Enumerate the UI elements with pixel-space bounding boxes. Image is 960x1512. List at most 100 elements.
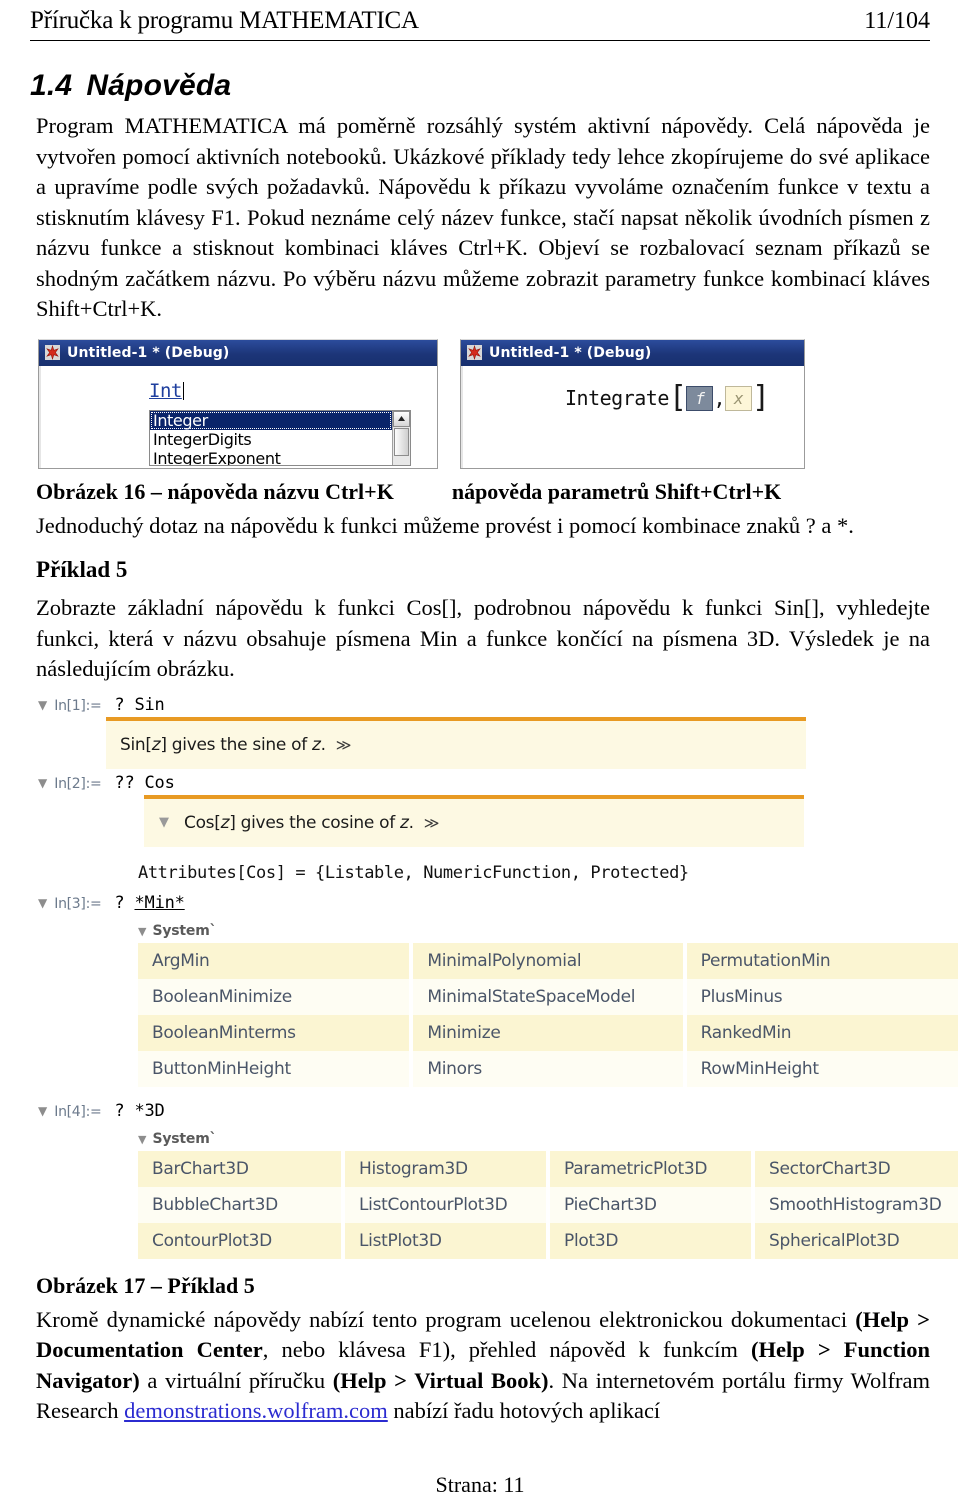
header-rule: [30, 40, 930, 42]
completion-item-2[interactable]: IntegerExponent: [150, 449, 392, 465]
figure-16-caption-left: Obrázek 16 – nápověda názvu Ctrl+K: [36, 478, 394, 504]
scrollbar-thumb[interactable]: [394, 427, 409, 456]
page-footer: Strana: 11: [435, 1472, 525, 1497]
notebook-input-1[interactable]: ▼ In[1]:= ? Sin: [38, 695, 956, 715]
input-label-3: In[3]:=: [54, 895, 102, 912]
placeholder-f[interactable]: f: [686, 385, 714, 411]
usage-more-link-2[interactable]: ≫: [424, 814, 440, 832]
context-group-4[interactable]: ▼ System`: [138, 1131, 956, 1147]
placeholder-x[interactable]: x: [724, 385, 752, 411]
usage-expand-triangle-icon[interactable]: ▼: [144, 815, 184, 830]
closing-part5: nabízí řadu hotových aplikací: [387, 1398, 661, 1424]
grid-cell[interactable]: Histogram3D: [343, 1150, 550, 1187]
grid-cell[interactable]: MinimalPolynomial: [411, 942, 687, 979]
template-comma: ,: [713, 386, 725, 411]
context-triangle-icon[interactable]: ▼: [138, 1133, 146, 1146]
text-caret: [182, 381, 184, 400]
grid-cell[interactable]: ButtonMinHeight: [138, 1050, 414, 1087]
closing-part3: a virtuální příručku: [139, 1367, 333, 1393]
grid-cell[interactable]: PieChart3D: [548, 1186, 755, 1223]
context-label-4: System`: [152, 1130, 217, 1147]
grid-cell[interactable]: Plot3D: [548, 1222, 755, 1259]
window-body-left: Int Integer IntegerDigits IntegerExponen…: [39, 365, 437, 468]
cell-collapse-triangle-icon[interactable]: ▼: [38, 699, 47, 711]
typed-text[interactable]: Int: [149, 380, 184, 402]
grid-cell[interactable]: RankedMin: [684, 1014, 958, 1051]
completion-item-1[interactable]: IntegerDigits: [150, 430, 392, 449]
section-number: 1.4: [30, 69, 73, 103]
context-group-3[interactable]: ▼ System`: [138, 923, 956, 939]
context-triangle-icon[interactable]: ▼: [138, 925, 146, 938]
grid-cell[interactable]: RowMinHeight: [684, 1050, 958, 1087]
example-heading: Příklad 5: [36, 557, 128, 583]
input-code-3[interactable]: ? *Min*: [114, 893, 184, 913]
grid-cell[interactable]: BooleanMinterms: [138, 1014, 414, 1051]
usage-cell-2: ▼ Cos[z] gives the cosine of z. ≫: [144, 794, 804, 847]
grid-cell[interactable]: SectorChart3D: [753, 1150, 958, 1187]
section-title: Nápověda: [86, 69, 232, 103]
input-label-4: In[4]:=: [54, 1103, 102, 1120]
table-row: BubbleChart3D ListContourPlot3D PieChart…: [138, 1186, 958, 1223]
table-row: BooleanMinimize MinimalStateSpaceModel P…: [138, 978, 958, 1015]
closing-paragraph: Kromě dynamické nápovědy nabízí tento pr…: [30, 1305, 930, 1427]
input-label-1: In[1]:=: [54, 697, 102, 714]
usage-more-link-1[interactable]: ≫: [336, 736, 352, 754]
cell-collapse-triangle-icon[interactable]: ▼: [38, 1105, 47, 1117]
context-label-3: System`: [152, 922, 217, 939]
completion-scrollbar[interactable]: [392, 410, 410, 465]
figure-16: Untitled-1 * (Debug) Int Integer Integer…: [38, 338, 930, 469]
figure-17-caption-text: Obrázek 17 – Příklad 5: [36, 1272, 255, 1298]
header-page-indicator: 11/104: [864, 8, 930, 34]
cell-collapse-triangle-icon[interactable]: ▼: [38, 897, 47, 909]
closing-bold3: (Help > Virtual Book): [332, 1367, 549, 1393]
function-template[interactable]: Integrate [ f , x ]: [565, 380, 770, 416]
table-row: ContourPlot3D ListPlot3D Plot3D Spherica…: [138, 1222, 958, 1259]
template-close-bracket: ]: [751, 380, 770, 416]
grid-cell[interactable]: SphericalPlot3D: [753, 1222, 958, 1259]
completion-listbox[interactable]: Integer IntegerDigits IntegerExponent: [149, 409, 411, 466]
simple-query-paragraph: Jednoduchý dotaz na nápovědu k funkci mů…: [36, 512, 854, 538]
grid-cell[interactable]: PermutationMin: [684, 942, 958, 979]
scroll-up-icon[interactable]: [393, 410, 410, 427]
template-function-name: Integrate: [565, 386, 669, 411]
mathematica-starburst-icon: [45, 345, 60, 361]
grid-cell[interactable]: Minors: [411, 1050, 687, 1087]
window-body-right: Integrate [ f , x ]: [461, 365, 804, 468]
window-titlebar-left: Untitled-1 * (Debug): [39, 339, 437, 366]
grid-cell[interactable]: ListPlot3D: [343, 1222, 550, 1259]
template-open-bracket: [: [668, 380, 687, 416]
grid-cell[interactable]: BubbleChart3D: [138, 1186, 345, 1223]
grid-cell[interactable]: MinimalStateSpaceModel: [411, 978, 687, 1015]
screenshot-parameter-template: Untitled-1 * (Debug) Integrate [ f , x ]: [460, 338, 805, 469]
notebook-input-3[interactable]: ▼ In[3]:= ? *Min*: [38, 893, 956, 913]
usage-text-2: Cos[z] gives the cosine of z. ≫: [184, 812, 440, 833]
grid-cell[interactable]: ParametricPlot3D: [548, 1150, 755, 1187]
grid-cell[interactable]: BooleanMinimize: [138, 978, 414, 1015]
figure-17-notebook: ▼ In[1]:= ? Sin Sin[z] gives the sine of…: [38, 694, 958, 1259]
input-code-4[interactable]: ? *3D: [114, 1101, 164, 1121]
figure-16-caption: Obrázek 16 – nápověda názvu Ctrl+K nápov…: [36, 479, 930, 505]
input-code-2[interactable]: ?? Cos: [114, 773, 174, 793]
function-grid-min: ArgMin MinimalPolynomial PermutationMin …: [138, 942, 958, 1087]
cell-collapse-triangle-icon[interactable]: ▼: [38, 777, 47, 789]
notebook-input-2[interactable]: ▼ In[2]:= ?? Cos: [38, 773, 956, 793]
grid-cell[interactable]: SmoothHistogram3D: [753, 1186, 958, 1223]
table-row: BarChart3D Histogram3D ParametricPlot3D …: [138, 1150, 958, 1187]
table-row: ButtonMinHeight Minors RowMinHeight: [138, 1050, 958, 1087]
input-code-1[interactable]: ? Sin: [114, 695, 164, 715]
page-title: 1.4 Nápověda: [30, 69, 930, 103]
grid-cell[interactable]: ListContourPlot3D: [343, 1186, 550, 1223]
table-row: ArgMin MinimalPolynomial PermutationMin: [138, 942, 958, 979]
completion-item-0[interactable]: Integer: [150, 410, 392, 430]
closing-part1: Kromě dynamické nápovědy nabízí tento pr…: [36, 1306, 856, 1332]
grid-cell[interactable]: BarChart3D: [138, 1150, 345, 1187]
grid-cell[interactable]: Minimize: [411, 1014, 687, 1051]
grid-cell[interactable]: PlusMinus: [684, 978, 958, 1015]
wolfram-demonstrations-link[interactable]: demonstrations.wolfram.com: [124, 1398, 388, 1423]
window-title-right: Untitled-1 * (Debug): [489, 344, 652, 361]
notebook-input-4[interactable]: ▼ In[4]:= ? *3D: [38, 1101, 956, 1121]
window-titlebar-right: Untitled-1 * (Debug): [461, 339, 804, 366]
grid-cell[interactable]: ArgMin: [138, 942, 414, 979]
grid-cell[interactable]: ContourPlot3D: [138, 1222, 345, 1259]
function-grid-3d: BarChart3D Histogram3D ParametricPlot3D …: [138, 1150, 958, 1259]
